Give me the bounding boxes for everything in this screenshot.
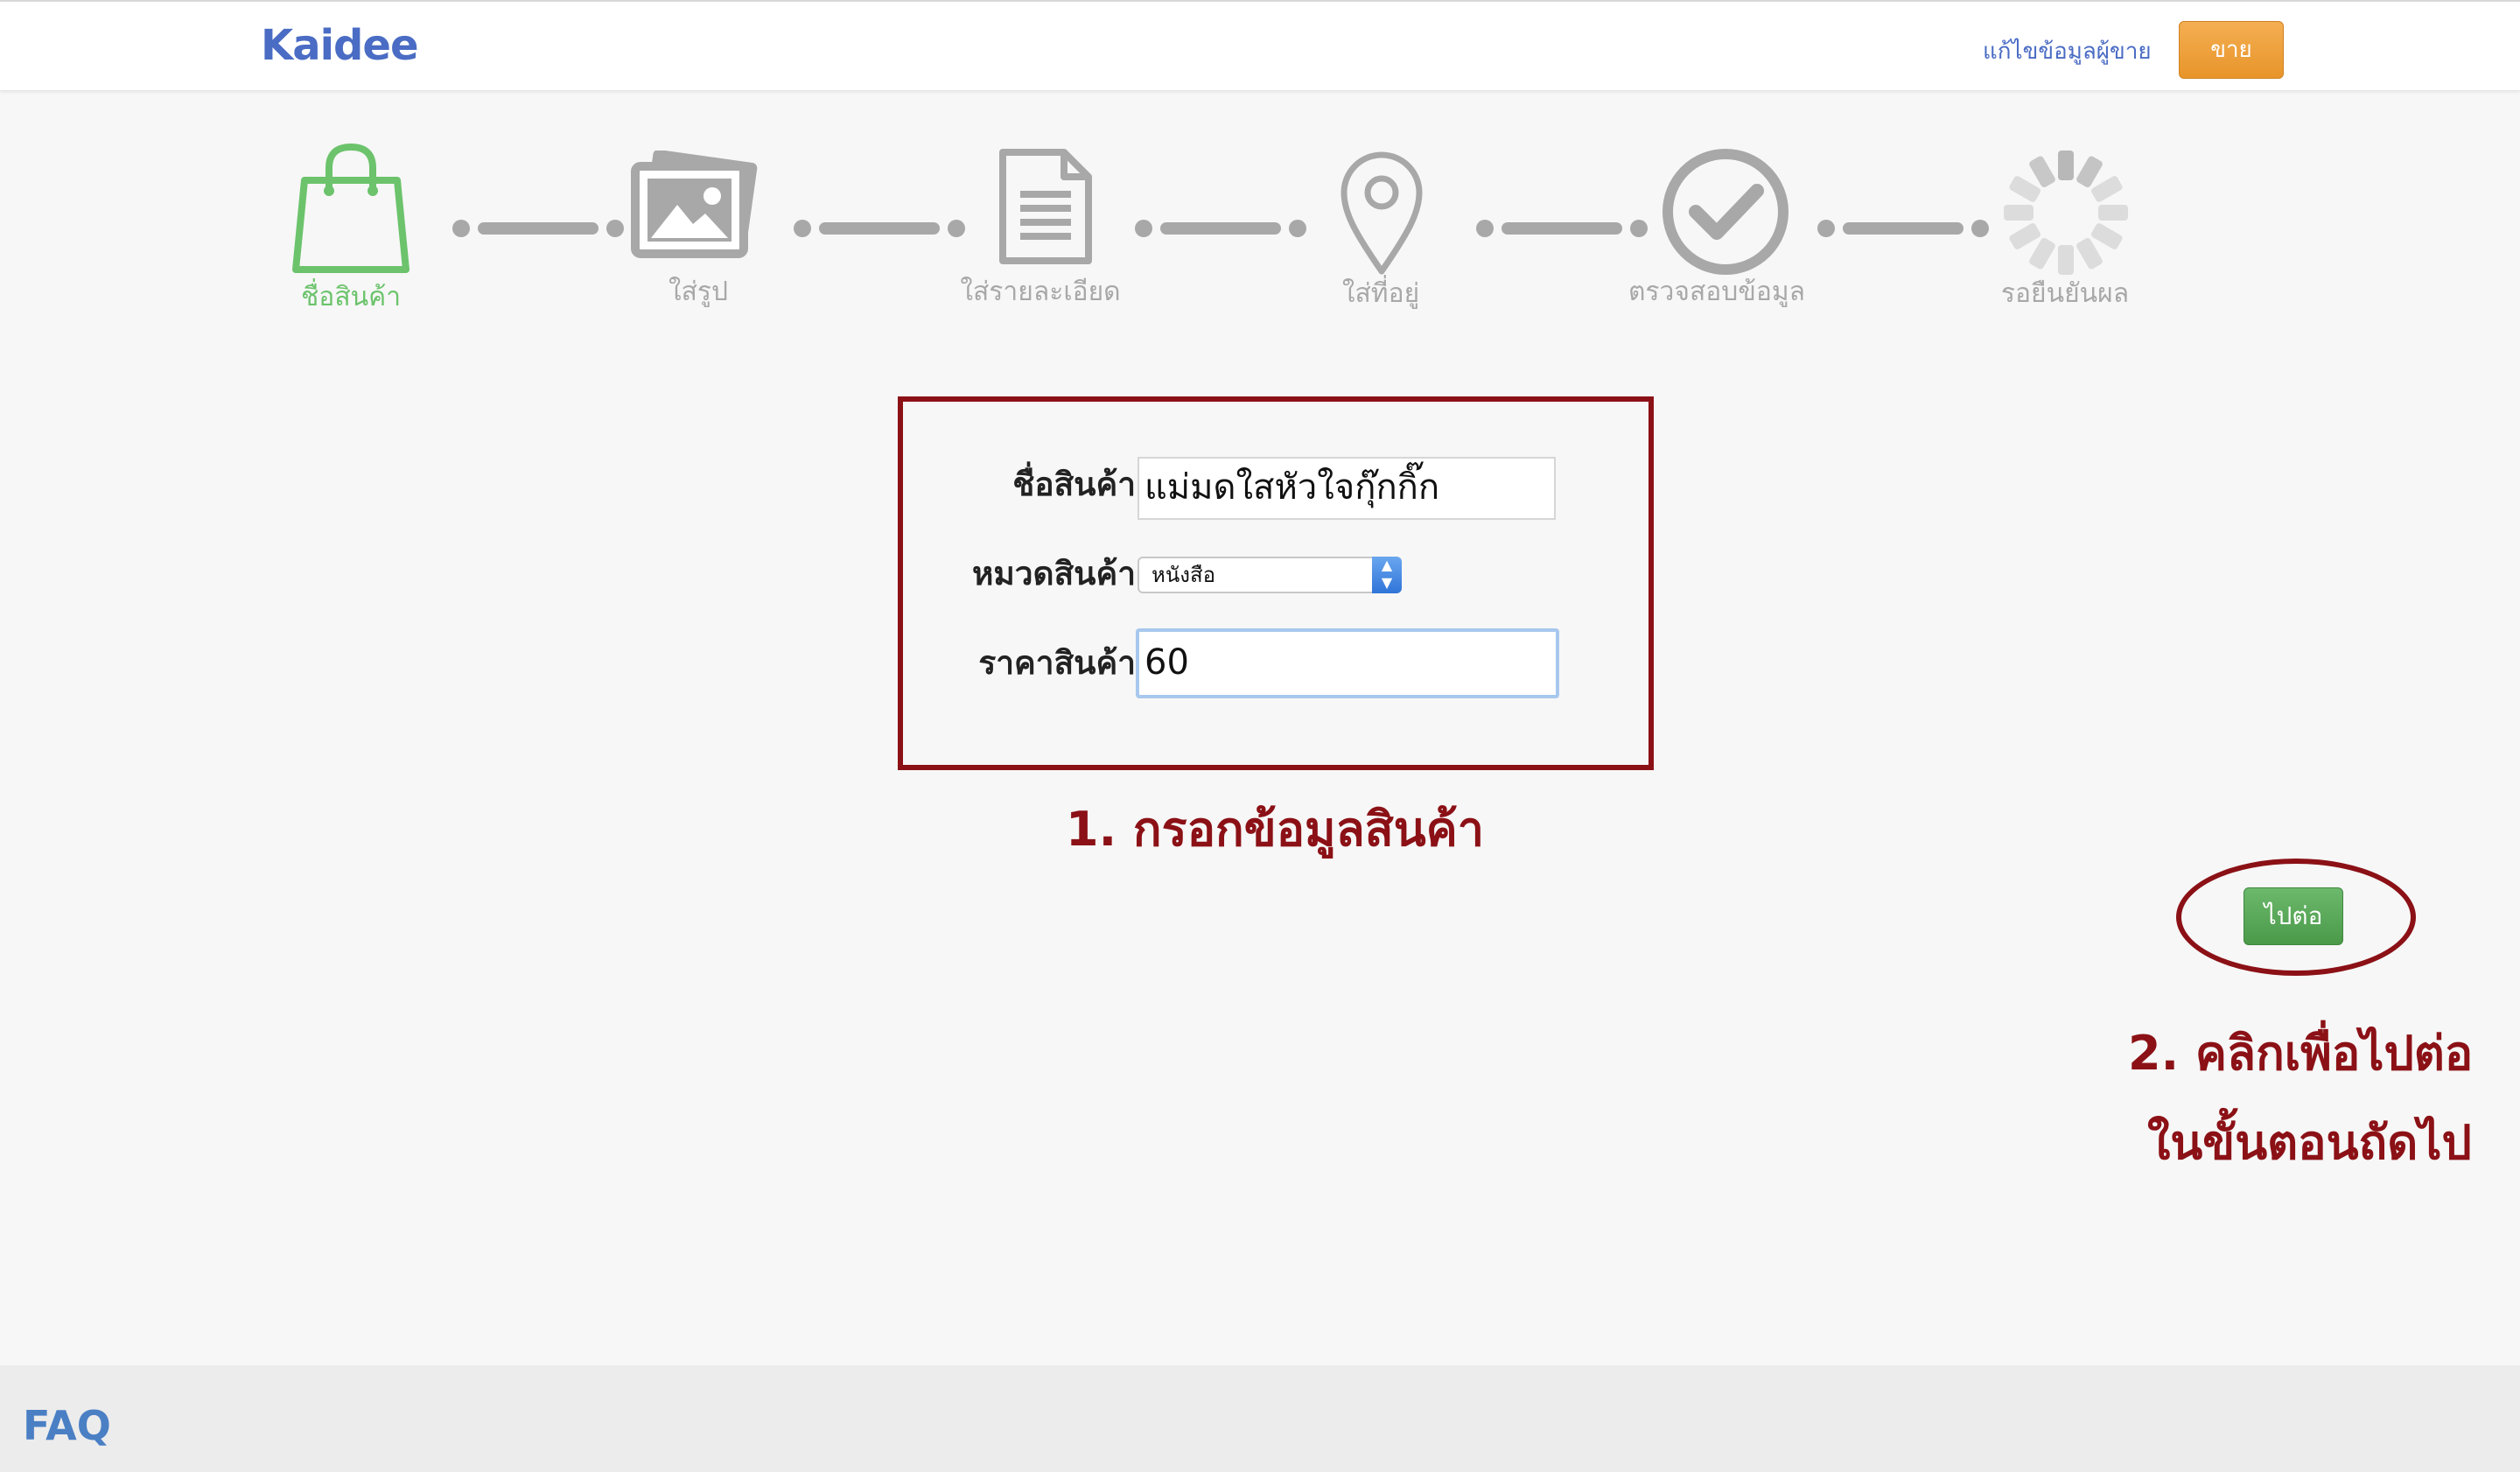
step-label-add-photos: ใส่รูป bbox=[668, 277, 729, 307]
product-category-select[interactable]: หนังสือ ▲ ▼ bbox=[1138, 557, 1402, 593]
shopping-bag-icon bbox=[292, 144, 410, 273]
page-footer bbox=[0, 1365, 2520, 1472]
next-button[interactable]: ไปต่อ bbox=[2244, 887, 2343, 945]
step-connector bbox=[1476, 220, 1648, 237]
step-connector bbox=[452, 220, 624, 237]
step-connector bbox=[794, 220, 965, 237]
product-name-label: ชื่อสินค้า bbox=[1012, 466, 1136, 503]
annotation-click-next-line1: 2. คลิกเพื่อไปต่อ bbox=[2128, 1026, 2474, 1081]
annotation-fill-product-info: 1. กรอกข้อมูลสินค้า bbox=[1066, 802, 1485, 857]
top-header: Kaidee แก้ไขข้อมูลผู้ขาย ขาย bbox=[0, 0, 2520, 91]
product-price-input[interactable]: 60 bbox=[1136, 628, 1559, 698]
step-label-await-confirmation: รอยืนยันผล bbox=[2000, 278, 2130, 309]
product-name-input[interactable]: แม่มดใสหัวใจกุ๊กกิ๊ก bbox=[1138, 457, 1556, 520]
map-pin-icon bbox=[1340, 151, 1423, 275]
step-label-review-info: ตรวจสอบข้อมูล bbox=[1628, 277, 1806, 307]
loading-spinner-icon bbox=[2004, 151, 2128, 275]
product-category-label: หมวดสินค้า bbox=[972, 555, 1136, 592]
step-label-add-address: ใส่ที่อยู่ bbox=[1341, 278, 1420, 309]
sell-button[interactable]: ขาย bbox=[2179, 21, 2284, 79]
product-price-label: ราคาสินค้า bbox=[978, 644, 1136, 682]
edit-seller-info-link[interactable]: แก้ไขข้อมูลผู้ขาย bbox=[1983, 33, 2152, 69]
step-label-add-details: ใส่รายละเอียด bbox=[960, 277, 1121, 307]
select-stepper-icon: ▲ ▼ bbox=[1372, 557, 1402, 593]
kaidee-logo[interactable]: Kaidee bbox=[261, 21, 419, 70]
step-connector bbox=[1817, 220, 1989, 237]
step-connector bbox=[1135, 220, 1306, 237]
photos-icon bbox=[631, 151, 758, 258]
faq-link[interactable]: FAQ bbox=[23, 1402, 111, 1449]
check-circle-icon bbox=[1662, 149, 1788, 275]
annotation-click-next-line2: ในขั้นตอนถัดไป bbox=[2147, 1115, 2472, 1170]
category-selected-value: หนังสือ bbox=[1152, 563, 1216, 587]
document-icon bbox=[999, 149, 1092, 264]
step-label-product-name: ชื่อสินค้า bbox=[300, 282, 402, 312]
